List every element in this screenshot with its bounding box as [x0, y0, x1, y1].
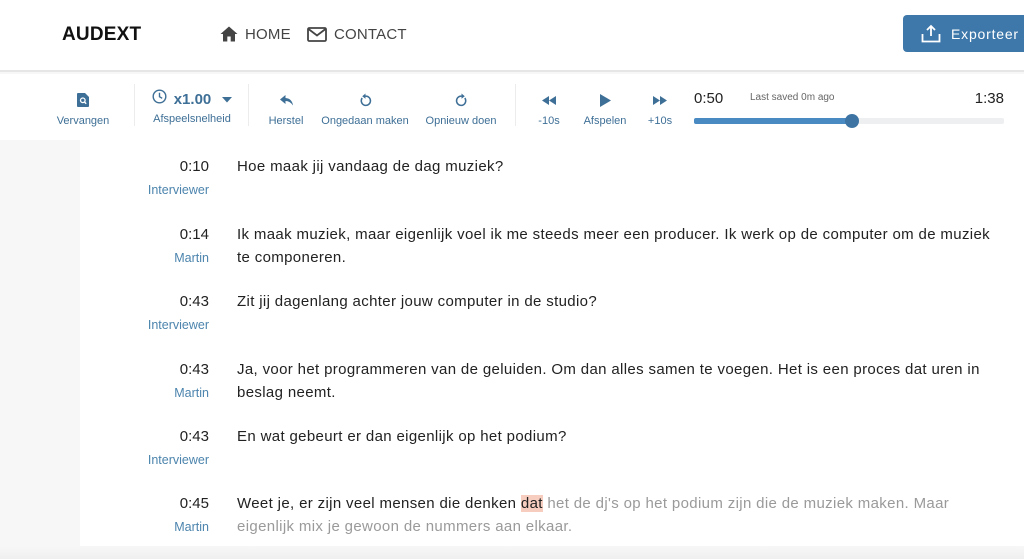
duration: 1:38 — [974, 90, 1004, 107]
nav-contact-label: CONTACT — [334, 25, 407, 43]
replace-button[interactable]: Vervangen — [52, 74, 114, 140]
progress-slider[interactable] — [694, 114, 1004, 128]
top-navigation-bar: AUDEXT HOME CONTACT Exporteer — [0, 0, 1024, 72]
nav-contact-link[interactable]: CONTACT — [307, 24, 407, 44]
segment-speaker[interactable]: Martin — [80, 381, 209, 405]
play-button[interactable]: Afspelen — [580, 74, 630, 140]
mail-icon — [307, 26, 327, 42]
segment-text[interactable]: Weet je, er zijn veel mensen die denken … — [237, 493, 997, 538]
replace-label: Vervangen — [56, 115, 110, 127]
export-label: Exporteer — [951, 25, 1019, 42]
undo-icon — [359, 90, 372, 110]
home-icon — [220, 26, 238, 42]
progress-thumb[interactable] — [845, 114, 860, 128]
logo[interactable]: AUDEXT — [62, 24, 141, 46]
segment-timestamp[interactable]: 0:45 — [80, 493, 209, 515]
redo-label: Opnieuw doen — [425, 115, 497, 127]
played-text: Weet je, er zijn veel mensen die denken — [237, 495, 521, 512]
current-time: 0:50 — [694, 90, 724, 107]
playback-speed-dropdown[interactable]: x1.00 Afspeelsnelheid — [148, 74, 236, 140]
redo-button[interactable]: Opnieuw doen — [422, 74, 500, 140]
forward-10s-button[interactable]: +10s — [642, 74, 678, 140]
segment-timestamp[interactable]: 0:43 — [80, 291, 209, 313]
segment-text[interactable]: Ik maak muziek, maar eigenlijk voel ik m… — [237, 224, 997, 269]
play-label: Afspelen — [583, 115, 627, 127]
bottom-shadow — [0, 546, 1024, 559]
find-replace-icon — [77, 90, 89, 110]
segment-speaker[interactable]: Martin — [80, 246, 209, 270]
segment-text[interactable]: Hoe maak jij vandaag de dag muziek? — [237, 156, 997, 179]
current-word-highlight[interactable]: dat — [520, 495, 543, 512]
play-icon — [599, 90, 611, 110]
toolbar-divider — [515, 84, 516, 126]
playback-speed-value: x1.00 — [173, 90, 212, 108]
reply-icon — [279, 90, 293, 110]
undo-button[interactable]: Ongedaan maken — [320, 74, 410, 140]
export-button[interactable]: Exporteer — [903, 15, 1024, 52]
restore-label: Herstel — [268, 115, 304, 127]
forward-label: +10s — [647, 115, 673, 127]
segment-text[interactable]: Ja, voor het programmeren van de geluide… — [237, 359, 997, 404]
progress-fill — [694, 118, 853, 124]
toolbar-divider — [134, 84, 135, 126]
segment-speaker[interactable]: Interviewer — [80, 178, 209, 202]
audio-player: 0:50 Last saved 0m ago 1:38 — [694, 90, 1004, 130]
segment-timestamp[interactable]: 0:14 — [80, 224, 209, 246]
segment-text[interactable]: Zit jij dagenlang achter jouw computer i… — [237, 291, 997, 314]
segment-timestamp[interactable]: 0:43 — [80, 359, 209, 381]
transcript-panel: 0:10 Interviewer Hoe maak jij vandaag de… — [80, 140, 1024, 548]
undo-label: Ongedaan maken — [321, 115, 409, 127]
restore-button[interactable]: Herstel — [263, 74, 309, 140]
playback-speed-label: Afspeelsnelheid — [153, 113, 231, 125]
segment-speaker[interactable]: Martin — [80, 515, 209, 539]
nav-home-link[interactable]: HOME — [220, 24, 291, 44]
save-status: Last saved 0m ago — [750, 92, 835, 103]
segment-speaker[interactable]: Interviewer — [80, 313, 209, 337]
rewind-10s-button[interactable]: -10s — [530, 74, 568, 140]
chevron-down-icon — [222, 90, 233, 108]
redo-icon — [455, 90, 468, 110]
fast-forward-icon — [653, 90, 667, 110]
clock-icon — [152, 89, 167, 109]
rewind-icon — [542, 90, 556, 110]
upload-icon — [921, 24, 941, 43]
toolbar-divider — [248, 84, 249, 126]
segment-text[interactable]: En wat gebeurt er dan eigenlijk op het p… — [237, 426, 997, 449]
nav-home-label: HOME — [245, 25, 291, 43]
rewind-label: -10s — [538, 115, 560, 127]
segment-timestamp[interactable]: 0:10 — [80, 156, 209, 178]
segment-timestamp[interactable]: 0:43 — [80, 426, 209, 448]
segment-speaker[interactable]: Interviewer — [80, 448, 209, 472]
